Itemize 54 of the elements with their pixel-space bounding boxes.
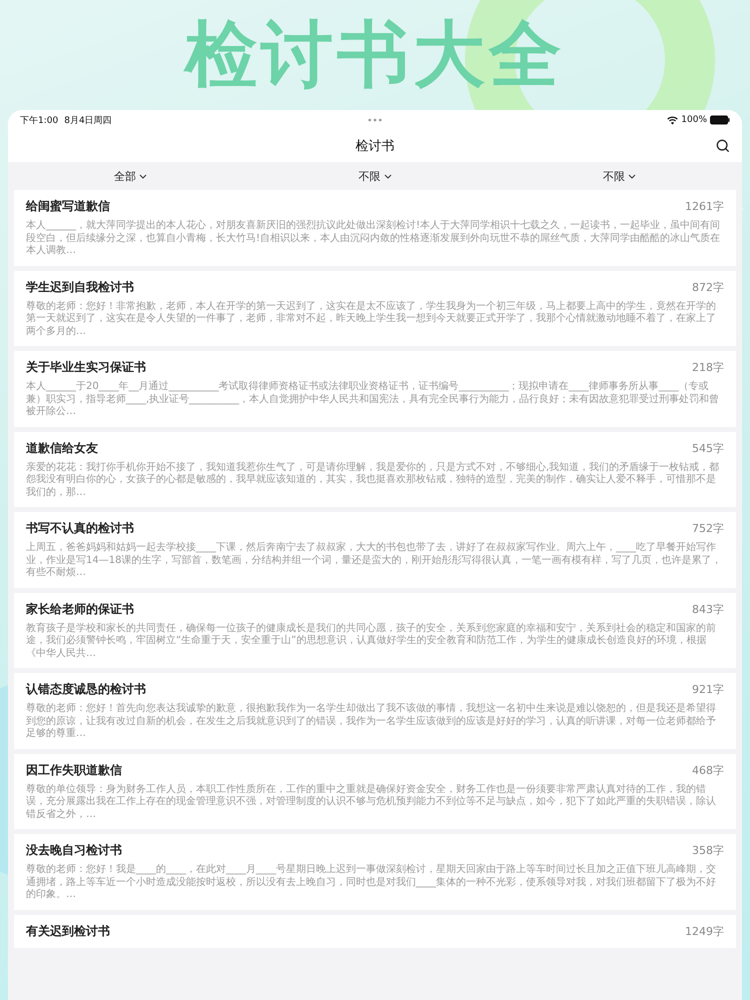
letter-card[interactable]: 认错态度诚恳的检讨书 921字 尊敬的老师：您好！首先向您表达我诚挚的歉意，很抱歉我作为一名学生却做出了我不该做的事情，我想这一名初中生来说是难以饶恕的，但是我还是希望得到您的原谅，让我有改过自新的机会，在发生之后我就意识到了的错误，我作为一名学生应该做到的应该是好好的学习，认真的听讲课，对每一位老师都给予足够的尊重… xyxy=(14,673,736,748)
letter-title: 书写不认真的检讨书 xyxy=(26,520,134,537)
letter-title: 认错态度诚恳的检讨书 xyxy=(26,681,146,698)
letter-card[interactable]: 学生迟到自我检讨书 872字 尊敬的老师：您好！非常抱歉，老师，本人在开学的第一天迟到了，这实在是太不应该了，学生我身为一个初三年级，马上都要上高中的学生，竟然在开学的第一天就迟到了，这实在是令人失望的一件事了，老师，非常对不起，昨天晚上学生我一想到今天就要正式开学了，我那个心情就激动地睡不着了，在家上了两个多月的… xyxy=(14,270,736,346)
letter-excerpt: 本人______于20____年__月通过__________考试取得律师资格证书或法律职业资格证书，证书编号__________；现拟申请在____律师事务所从事____（专或兼）职实习，指导老师____,执业证号__________，本人自觉拥护中华人民共和国宪法，具有完全民事行为能力，品行良好；未有因故意犯罪受过刑事处罚和曾被开除公… xyxy=(26,381,720,418)
letter-card[interactable]: 给闺蜜写道歉信 1261字 本人______，就大萍同学提出的本人花心，对朋友喜新厌旧的强烈抗议此处做出深刻检讨!本人于大萍同学相识十七载之久，一起读书，一起毕业，虽中间有间段空白，但后续缘分之深，也算自小青梅，长大竹马!自相识以来，本人由沉闷内敛的性格逐渐发展到外向玩世不恭的屌丝气质，大萍同学由酷酷的冰山气质在本人调教… xyxy=(14,190,736,266)
word-count: 752字 xyxy=(692,521,724,536)
filter-dropdown[interactable]: 不限 xyxy=(252,162,498,190)
letter-card[interactable]: 道歉信给女友 545字 亲爱的花花：我打你手机你开始不接了，我知道我惹你生气了，可是请你理解，我是爱你的，只是方式不对，不够细心,我知道，我们的矛盾缘于一枚钻戒，都怨我没有明白你的心，女孩子的心都是敏感的，我早就应该知道的，其实，我也挺喜欢那枚钻戒，独特的造型，完美的制作，确实让人爱不释手，可惜那不是我们的，那… xyxy=(14,432,736,507)
letter-excerpt: 尊敬的老师：您好！首先向您表达我诚挚的歉意，很抱歉我作为一名学生却做出了我不该做的事情，我想这一名初中生来说是难以饶恕的，但是我还是希望得到您的原谅，让我有改过自新的机会，在发生之后我就意识到了的错误，我作为一名学生应该做到的应该是好好的学习，认真的听讲课，对每一位老师都给予足够的尊重… xyxy=(26,703,717,740)
battery-icon xyxy=(710,115,730,125)
word-count: 218字 xyxy=(692,360,724,375)
word-count: 872字 xyxy=(692,280,724,294)
wifi-icon xyxy=(667,116,678,124)
letter-title: 因工作失职道歉信 xyxy=(26,762,122,778)
letter-excerpt: 教育孩子是学校和家长的共同责任，确保每一位孩子的健康成长是我们的共同心愿，孩子的安全，关系到您家庭的幸福和安宁，关系到社会的稳定和国家的前途，我们必须警钟长鸣，牢固树立“生命重于天，安全重于山”的思想意识，认真做好学生的安全教育和防范工作，为学生的健康成长创造良好的环境，根据《中华人民共… xyxy=(26,622,717,660)
headline: 检讨书大全 xyxy=(185,11,565,98)
word-count: 1249字 xyxy=(685,924,724,938)
letter-excerpt: 亲爱的花花：我打你手机你开始不接了，我知道我惹你生气了，可是请你理解，我是爱你的，只是方式不对，不够细心,我知道，我们的矛盾缘于一枚钻戒，都怨我没有明白你的心，女孩子的心都是敏感的，我早就应该知道的，其实，我也挺喜欢那枚钻戒，独特的造型，完美的制作，确实让人爱不释手，可惜那不是我们的，那… xyxy=(26,462,720,499)
nav-title: 检讨书 xyxy=(356,138,394,155)
letter-excerpt: 本人______，就大萍同学提出的本人花心，对朋友喜新厌旧的强烈抗议此处做出深刻检讨!本人于大萍同学相识十七载之久，一起读书，一起毕业，虽中间有间段空白，但后续缘分之深，也算自小青梅，长大竹马!自相识以来，本人由沉闷内敛的性格逐渐发展到外向玩世不恭的屌丝气质，大萍同学由酷酷的冰山气质在本人调教… xyxy=(26,220,722,258)
word-count: 545字 xyxy=(692,440,724,456)
letter-title: 没去晚自习检讨书 xyxy=(26,842,122,859)
word-count: 468字 xyxy=(692,762,724,778)
more-dots-icon xyxy=(368,118,382,122)
letter-excerpt: 尊敬的老师：您好！非常抱歉，老师，本人在开学的第一天迟到了，这实在是太不应该了，学生我身为一个初三年级，马上都要上高中的学生，竟然在开学的第一天就迟到了，这实在是令人失望的一件事了，老师，非常对不起，昨天晚上学生我一想到今天就要正式开学了，我那个心情就激动地睡不着了，在家上了两个多月的… xyxy=(26,300,717,338)
chevron-down-icon xyxy=(628,174,636,178)
filter-dropdown[interactable]: 全部 xyxy=(8,162,253,190)
search-icon[interactable] xyxy=(716,139,730,153)
word-count: 1261字 xyxy=(685,199,724,214)
chevron-down-icon xyxy=(138,174,147,178)
status-time: 下午1:00 xyxy=(20,114,58,126)
battery-percent: 100% xyxy=(681,115,707,125)
letter-card[interactable]: 有关迟到检讨书 1249字 xyxy=(14,914,736,948)
letter-card[interactable]: 家长给老师的保证书 843字 教育孩子是学校和家长的共同责任，确保每一位孩子的健康成长是我们的共同心愿，孩子的安全，关系到您家庭的幸福和安宁，关系到社会的稳定和国家的前途，我们必须警钟长鸣，牢固树立“生命重于天，安全重于山”的思想意识，认真做好学生的安全教育和防范工作，为学生的健康成长创造良好的环境，根据《中华人民共… xyxy=(14,592,736,668)
letter-excerpt: 尊敬的单位领导：身为财务工作人员，本职工作性质所在，工作的重中之重就是确保好资金安全，财务工作也是一份须要非常严肃认真对待的工作，我的错误，充分展露出我在工作上存在的现金管理意识不强，对管理制度的认识不够与危机预判能力不到位等不足与缺点，如今，犯下了如此严重的失职错误，除认错反省之外，… xyxy=(26,784,717,821)
letter-title: 给闺蜜写道歉信 xyxy=(26,198,110,215)
word-count: 358字 xyxy=(692,843,724,858)
letter-card[interactable]: 书写不认真的检讨书 752字 上周五，爸爸妈妈和姑妈一起去学校接____下课，然后奔南宁去了叔叔家，大大的书包也带了去，讲好了在叔叔家写作业。周六上午，____吃了早餐开始写作业，作业是写14—18课的生字，写部首，数笔画，分结构并组一个词，量还是蛮大的，刚开始彤彤写得很认真，一笔一画有模有样，写了几页，也许是累了，有些不耐烦… xyxy=(14,512,736,588)
status-date: 8月4日周四 xyxy=(64,114,112,126)
letter-card[interactable]: 关于毕业生实习保证书 218字 本人______于20____年__月通过__________考试取得律师资格证书或法律职业资格证书，证书编号__________；现拟申请在____律师事务所从事____（专或兼）职实习，指导老师____,执业证号__________，本人自觉拥护中华人民共和国宪法，具有完全民事行为能力，品行良好；未有因故意犯罪受过刑事处罚和曾被开除公… xyxy=(14,351,736,426)
letter-title: 有关迟到检讨书 xyxy=(26,922,110,940)
letter-card[interactable]: 因工作失职道歉信 468字 尊敬的单位领导：身为财务工作人员，本职工作性质所在，工作的重中之重就是确保好资金安全，财务工作也是一份须要非常严肃认真对待的工作，我的错误，充分展露出我在工作上存在的现金管理意识不强，对管理制度的认识不够与危机预判能力不到位等不足与缺点，如今，犯下了如此严重的失职错误，除认错反省之外，… xyxy=(14,754,736,829)
letter-title: 家长给老师的保证书 xyxy=(26,600,134,618)
letter-excerpt: 尊敬的老师：您好！我是____的____，在此对____月____号星期日晚上迟到一事做深刻检讨，星期天回家由于路上等车时间过长且加之正值下班儿高峰期，交通拥堵，路上等车近一个小时造成没能按时返校，所以没有去上晚自习，同时也是对我们____集体的一种不光彩，使系领导对我，对我们班都留下了极为不好的印象。… xyxy=(26,864,717,902)
chevron-down-icon xyxy=(384,174,392,178)
letter-card[interactable]: 没去晚自习检讨书 358字 尊敬的老师：您好！我是____的____，在此对____月____号星期日晚上迟到一事做深刻检讨，星期天回家由于路上等车时间过长且加之正值下班儿高峰期，交通拥堵，路上等车近一个小时造成没能按时返校，所以没有去上晚自习，同时也是对我们____集体的一种不光彩，使系领导对我，对我们班都留下了极为不好的印象。… xyxy=(14,834,736,910)
letter-title: 关于毕业生实习保证书 xyxy=(26,359,146,376)
letter-title: 道歉信给女友 xyxy=(26,440,98,456)
letter-excerpt: 上周五，爸爸妈妈和姑妈一起去学校接____下课，然后奔南宁去了叔叔家，大大的书包也带了去，讲好了在叔叔家写作业。周六上午，____吃了早餐开始写作业，作业是写14—18课的生字，写部首，数笔画，分结构并组一个词，量还是蛮大的，刚开始彤彤写得很认真，一笔一画有模有样，写了几页，也许是累了，有些不耐烦… xyxy=(26,542,722,580)
filter-dropdown[interactable]: 不限 xyxy=(497,162,742,190)
word-count: 843字 xyxy=(692,602,724,616)
word-count: 921字 xyxy=(692,682,724,697)
letter-title: 学生迟到自我检讨书 xyxy=(26,278,134,296)
